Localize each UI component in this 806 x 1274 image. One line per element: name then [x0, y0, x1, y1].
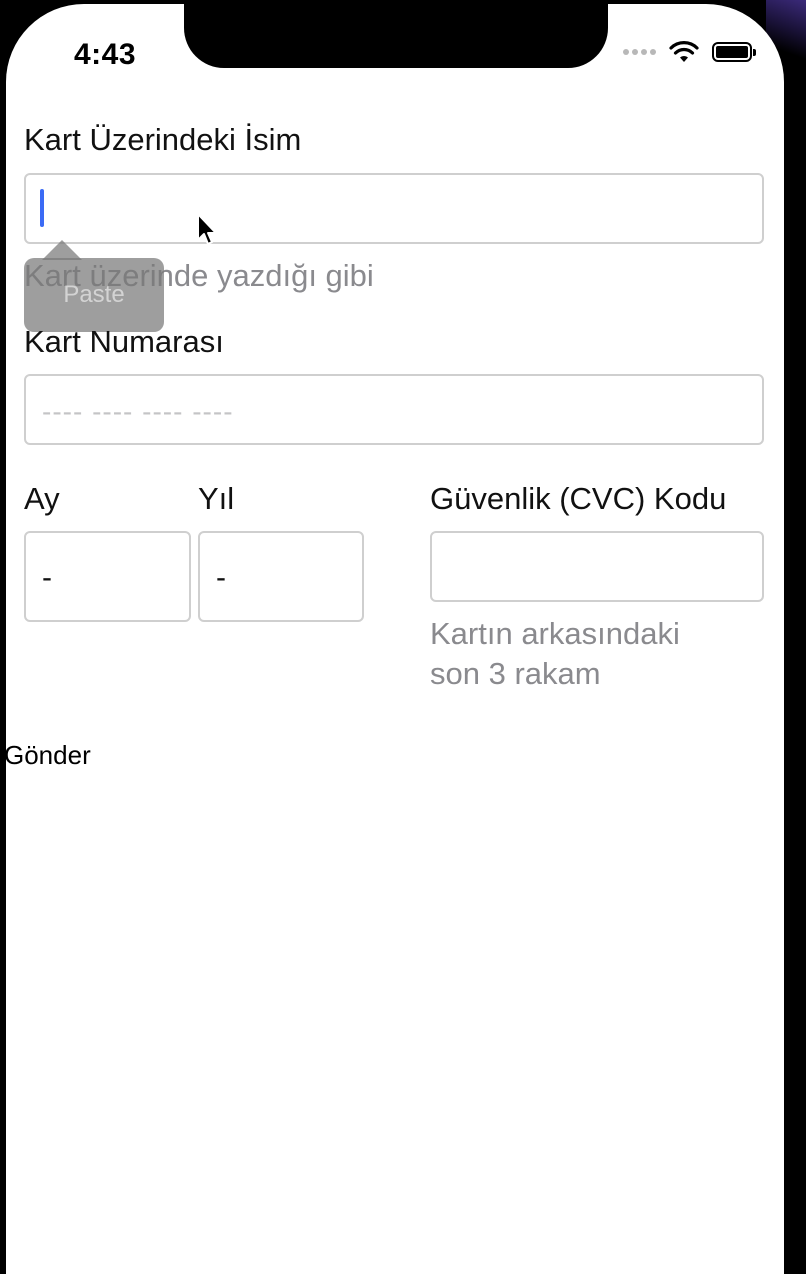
battery-icon	[712, 42, 756, 62]
submit-button[interactable]: Gönder	[6, 740, 91, 771]
cvc-input[interactable]	[430, 531, 764, 602]
card-number-input[interactable]: ---- ---- ---- ----	[24, 374, 764, 445]
cvc-hint-line-2: son 3 rakam	[430, 656, 601, 691]
status-indicators	[623, 40, 756, 64]
expiry-year-value: -	[216, 561, 226, 594]
card-number-placeholder: ---- ---- ---- ----	[42, 396, 234, 427]
status-time: 4:43	[74, 38, 137, 71]
card-number-label: Kart Numarası	[24, 324, 224, 359]
paste-menu-button[interactable]: Paste	[24, 258, 164, 332]
phone-screen: 4:43 Kart Üzerindeki İsim Kart üzerinde …	[6, 4, 784, 1274]
mouse-pointer-icon	[197, 213, 217, 245]
paste-menu-arrow	[42, 240, 82, 260]
cellular-signal-icon	[623, 49, 656, 55]
expiry-month-label: Ay	[24, 481, 60, 516]
device-notch	[184, 4, 608, 68]
expiry-month-value: -	[42, 561, 52, 594]
text-caret	[40, 189, 44, 227]
name-on-card-input[interactable]	[24, 173, 764, 244]
expiry-year-label: Yıl	[198, 481, 235, 516]
cvc-hint-line-1: Kartın arkasındaki	[430, 616, 680, 651]
expiry-year-input[interactable]: -	[198, 531, 364, 622]
cvc-label: Güvenlik (CVC) Kodu	[430, 481, 727, 516]
wifi-icon	[669, 41, 699, 62]
expiry-month-input[interactable]: -	[24, 531, 191, 622]
name-on-card-label: Kart Üzerindeki İsim	[24, 122, 302, 157]
